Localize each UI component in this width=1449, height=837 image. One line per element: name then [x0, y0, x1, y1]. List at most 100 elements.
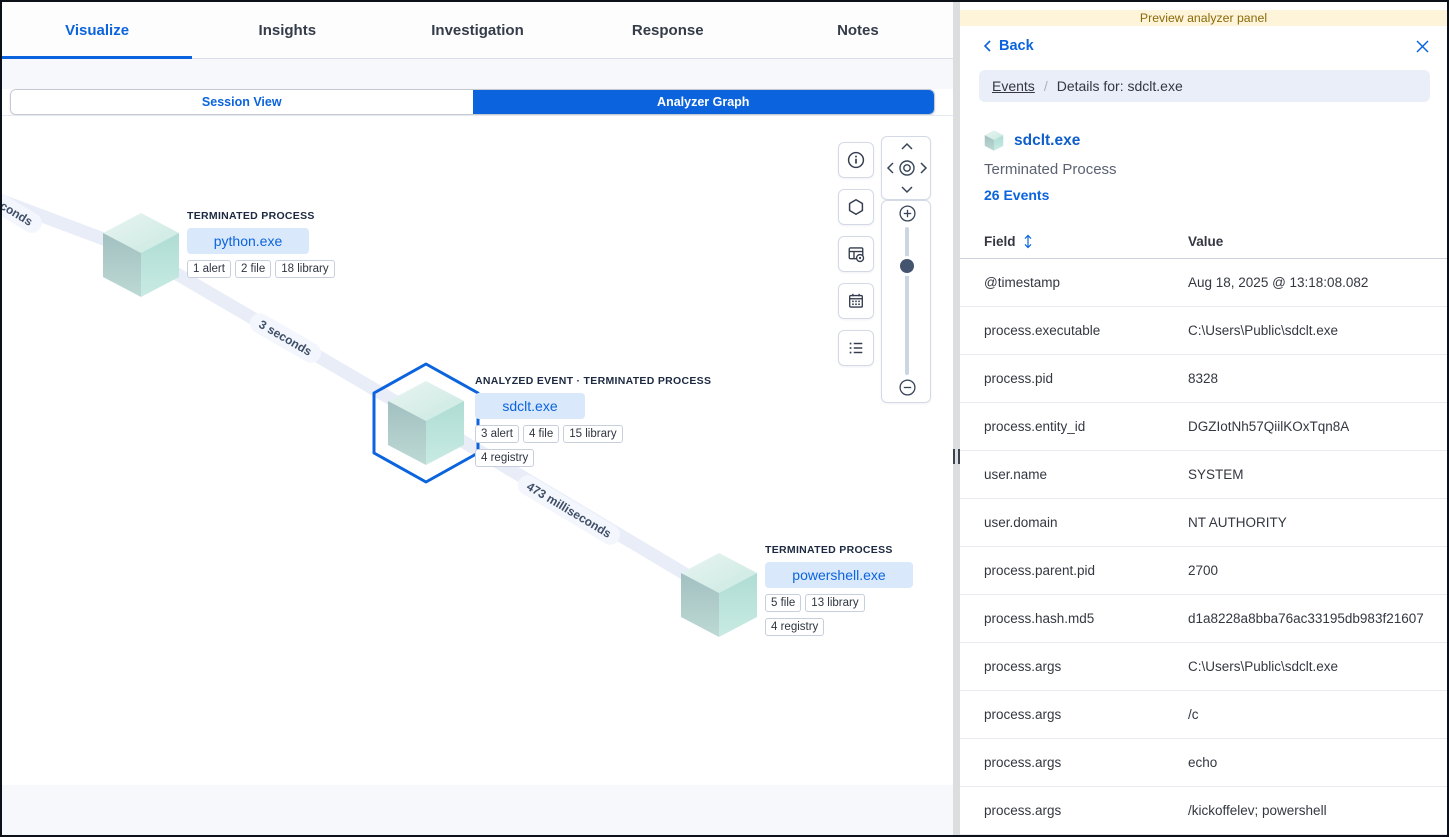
preview-banner: Preview analyzer panel: [960, 10, 1447, 26]
panel-header-row: Back: [960, 38, 1447, 54]
value-cell: /c: [1188, 691, 1447, 739]
tab-label: Insights: [259, 22, 317, 39]
field-cell: process.args: [960, 787, 1188, 835]
pan-up-button[interactable]: [900, 142, 914, 151]
node-powershell: TERMINATED PROCESS powershell.exe 5 file…: [765, 544, 913, 636]
tab-label: Investigation: [431, 22, 524, 39]
node-title-link[interactable]: sdclt.exe: [1014, 132, 1080, 150]
node-title-row: sdclt.exe: [984, 130, 1447, 151]
breadcrumb-separator: /: [1044, 78, 1048, 94]
schema-settings-icon: [847, 245, 865, 263]
process-cube-python[interactable]: [100, 212, 182, 298]
field-cell: process.executable: [960, 307, 1188, 355]
count-badge: 4 registry: [475, 449, 534, 467]
process-cube-icon: [984, 130, 1004, 151]
node-badges: 3 alert 4 file 15 library 4 registry: [475, 425, 640, 467]
pan-control: [881, 136, 931, 200]
calendar-icon: [847, 292, 865, 310]
nodes-legend-button[interactable]: [838, 189, 874, 225]
field-cell: process.args: [960, 691, 1188, 739]
value-cell: 8328: [1188, 355, 1447, 403]
zoom-in-button[interactable]: [899, 205, 916, 222]
zoom-control: [881, 200, 931, 403]
close-icon: [1415, 39, 1430, 54]
count-badge: 15 library: [563, 425, 622, 443]
table-row: user.domain NT AUTHORITY: [960, 499, 1447, 547]
table-row: process.args C:\Users\Public\sdclt.exe: [960, 643, 1447, 691]
node-sdclt: ANALYZED EVENT · TERMINATED PROCESS sdcl…: [475, 375, 711, 467]
resizer-handle-icon[interactable]: [947, 449, 965, 464]
pan-right-button[interactable]: [919, 161, 928, 175]
analyzer-graph-button[interactable]: Analyzer Graph: [473, 90, 935, 114]
count-badge: 4 registry: [765, 618, 824, 636]
field-cell: process.args: [960, 739, 1188, 787]
sort-arrows-icon: [1022, 234, 1034, 249]
events-count-link[interactable]: 26 Events: [984, 187, 1447, 203]
info-button[interactable]: [838, 142, 874, 178]
analyzer-window: Visualize Insights Investigation Respons…: [0, 0, 1449, 837]
tab-response[interactable]: Response: [573, 2, 763, 58]
value-cell: /kickoffelev; powershell: [1188, 787, 1447, 835]
node-name-pill[interactable]: powershell.exe: [765, 562, 913, 588]
count-badge: 1 alert: [187, 260, 231, 278]
back-button[interactable]: Back: [983, 38, 1034, 54]
process-cube-sdclt[interactable]: [385, 380, 467, 466]
center-camera-button[interactable]: [897, 158, 917, 178]
table-row: process.args echo: [960, 739, 1447, 787]
tab-investigation[interactable]: Investigation: [382, 2, 572, 58]
value-cell: 2700: [1188, 547, 1447, 595]
field-column-header: Field: [984, 234, 1016, 249]
count-badge: 18 library: [275, 260, 334, 278]
chevron-left-icon: [983, 39, 992, 53]
tab-notes[interactable]: Notes: [763, 2, 953, 58]
node-kind-label: ANALYZED EVENT · TERMINATED PROCESS: [475, 375, 711, 387]
count-badge: 2 file: [235, 260, 271, 278]
panel-resizer[interactable]: [953, 2, 960, 835]
table-row: process.entity_id DGZIotNh57QiilKOxTqn8A: [960, 403, 1447, 451]
tab-label: Response: [632, 22, 704, 39]
events-list-button[interactable]: [838, 330, 874, 366]
zoom-out-button[interactable]: [899, 379, 916, 396]
breadcrumb-events-link[interactable]: Events: [992, 78, 1035, 94]
count-badge: 13 library: [805, 594, 864, 612]
zoom-slider-track[interactable]: [905, 227, 909, 375]
node-kind-label: TERMINATED PROCESS: [187, 210, 362, 222]
analyzer-graph-canvas[interactable]: milliseconds 3 seconds 473 milliseconds …: [2, 115, 953, 785]
session-view-button[interactable]: Session View: [11, 90, 473, 114]
tab-visualize[interactable]: Visualize: [2, 2, 192, 58]
visualize-section: Visualize Insights Investigation Respons…: [2, 2, 953, 835]
tab-label: Notes: [837, 22, 879, 39]
table-row: process.args /c: [960, 691, 1447, 739]
node-python: TERMINATED PROCESS python.exe 1 alert 2 …: [187, 210, 362, 278]
node-name-pill[interactable]: python.exe: [187, 228, 309, 254]
field-cell: user.name: [960, 451, 1188, 499]
pan-down-button[interactable]: [900, 185, 914, 194]
value-cell: C:\Users\Public\sdclt.exe: [1188, 307, 1447, 355]
value-cell: echo: [1188, 739, 1447, 787]
pan-left-button[interactable]: [886, 161, 895, 175]
value-cell: d1a8228a8bba76ac33195db983f21607: [1188, 595, 1447, 643]
field-cell: process.parent.pid: [960, 547, 1188, 595]
preview-analyzer-panel: Preview analyzer panel Back Events / Det…: [960, 2, 1447, 835]
bottom-spacer: [2, 785, 953, 835]
date-picker-button[interactable]: [838, 283, 874, 319]
view-toggle-group: Session View Analyzer Graph: [10, 89, 935, 115]
hexagon-icon: [847, 198, 865, 216]
back-label: Back: [999, 38, 1034, 54]
breadcrumb-current: Details for: sdclt.exe: [1057, 78, 1183, 94]
zoom-slider-thumb[interactable]: [900, 259, 914, 273]
table-row: process.executable C:\Users\Public\sdclt…: [960, 307, 1447, 355]
process-cube-powershell[interactable]: [678, 552, 760, 638]
sort-button[interactable]: [1022, 234, 1034, 249]
node-name-pill[interactable]: sdclt.exe: [475, 393, 585, 419]
value-cell: SYSTEM: [1188, 451, 1447, 499]
value-cell: DGZIotNh57QiilKOxTqn8A: [1188, 403, 1447, 451]
tab-label: Visualize: [65, 22, 129, 39]
close-button[interactable]: [1415, 39, 1430, 54]
view-toggle-row: Session View Analyzer Graph: [2, 89, 953, 115]
field-cell: @timestamp: [960, 259, 1188, 307]
schema-settings-button[interactable]: [838, 236, 874, 272]
count-badge: 4 file: [523, 425, 559, 443]
value-cell: NT AUTHORITY: [1188, 499, 1447, 547]
tab-insights[interactable]: Insights: [192, 2, 382, 58]
